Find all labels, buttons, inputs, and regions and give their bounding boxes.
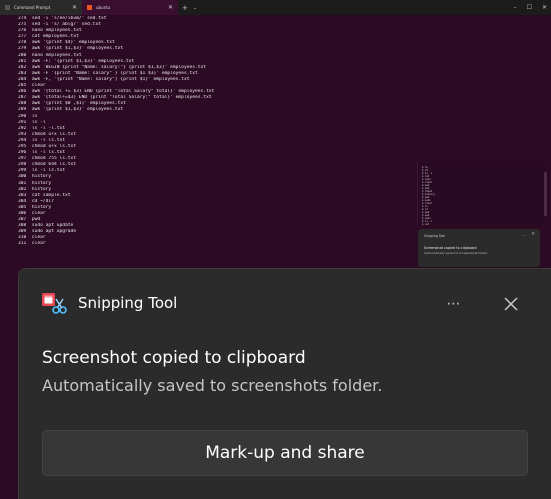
window-controls: – ☐ ✕ bbox=[514, 0, 547, 15]
notification-toast[interactable]: Snipping Tool ⋯ Screenshot copied to cli… bbox=[18, 268, 551, 499]
screenshot-thumbnail: $ ls $ cd $ ls -l $ cat $ nano $ clear $… bbox=[417, 162, 549, 226]
toast-preview: Snipping Tool ⋯ ✕ Screenshot copied to c… bbox=[418, 229, 540, 267]
notification-body: Automatically saved to screenshots folde… bbox=[42, 376, 383, 395]
tab-ubuntu[interactable]: ubuntu ✕ bbox=[82, 0, 178, 15]
terminal-icon bbox=[5, 5, 10, 10]
preview-app-name: Snipping Tool bbox=[424, 234, 446, 238]
mark-up-and-share-button[interactable]: Mark-up and share bbox=[42, 430, 528, 476]
terminal-output: 274 sed -i 's/ee/ibum/' sed.txt 275 sed -… bbox=[18, 16, 398, 248]
snipping-tool-icon bbox=[41, 291, 67, 315]
maximize-icon[interactable]: ☐ bbox=[527, 4, 532, 11]
tab-close-icon[interactable]: ✕ bbox=[168, 4, 173, 11]
preview-title: Screenshot copied to clipboard bbox=[424, 246, 477, 250]
terminal-line: 311 clear bbox=[18, 241, 46, 247]
ubuntu-icon bbox=[87, 5, 92, 10]
tab-close-icon[interactable]: ✕ bbox=[72, 4, 77, 11]
more-options-button[interactable]: ⋯ bbox=[441, 293, 467, 315]
terminal-tab-bar: Command Prompt ✕ ubuntu ✕ + ⌄ – ☐ ✕ bbox=[0, 0, 551, 15]
new-tab-icon[interactable]: + bbox=[182, 4, 188, 12]
tab-label: Command Prompt bbox=[14, 5, 51, 10]
tab-label: ubuntu bbox=[96, 5, 111, 10]
thumbnail-scrollbar bbox=[544, 172, 547, 216]
close-icon bbox=[504, 297, 518, 311]
minimize-icon[interactable]: – bbox=[514, 4, 517, 11]
app-name: Snipping Tool bbox=[78, 294, 178, 312]
notification-title: Screenshot copied to clipboard bbox=[42, 348, 306, 368]
preview-more-icon: ⋯ bbox=[522, 233, 526, 238]
preview-body: Automatically saved to screenshots folde… bbox=[424, 251, 488, 255]
toast-header: Snipping Tool bbox=[41, 291, 177, 315]
chevron-down-icon[interactable]: ⌄ bbox=[193, 5, 197, 11]
more-icon: ⋯ bbox=[446, 296, 462, 312]
preview-close-icon: ✕ bbox=[531, 232, 535, 237]
thumbnail-text: $ ls $ cd $ ls -l $ cat $ nano $ clear $… bbox=[422, 166, 435, 226]
tab-command-prompt[interactable]: Command Prompt ✕ bbox=[0, 0, 82, 15]
close-button[interactable] bbox=[499, 292, 523, 316]
close-window-icon[interactable]: ✕ bbox=[542, 4, 547, 11]
